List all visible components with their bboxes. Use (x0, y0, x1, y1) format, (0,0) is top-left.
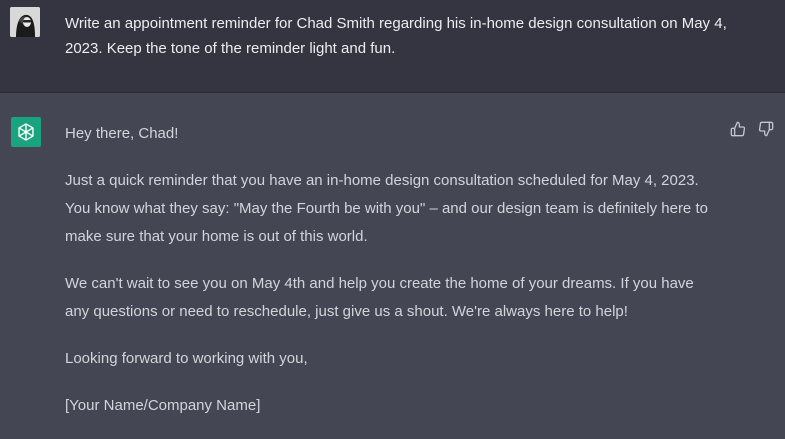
assistant-message-text: Hey there, Chad! Just a quick reminder t… (65, 120, 715, 439)
user-message-text: Write an appointment reminder for Chad S… (65, 15, 727, 57)
reply-greeting: Hey there, Chad! (65, 125, 179, 142)
reply-signoff: Looking forward to working with you, (65, 350, 308, 367)
user-avatar (10, 7, 40, 37)
thumbs-down-button[interactable] (757, 120, 775, 138)
reply-paragraph: Just a quick reminder that you have an i… (65, 172, 708, 245)
reply-paragraph: We can't wait to see you on May 4th and … (65, 275, 694, 320)
reply-signature: [Your Name/Company Name] (65, 397, 261, 414)
user-message-row: Write an appointment reminder for Chad S… (0, 0, 785, 93)
thumbs-up-button[interactable] (729, 120, 747, 138)
thumbs-down-icon (758, 121, 774, 137)
thumbs-up-icon (730, 121, 746, 137)
feedback-buttons (729, 120, 775, 138)
assistant-message-row: Hey there, Chad! Just a quick reminder t… (0, 93, 785, 435)
openai-logo-icon (11, 117, 41, 147)
